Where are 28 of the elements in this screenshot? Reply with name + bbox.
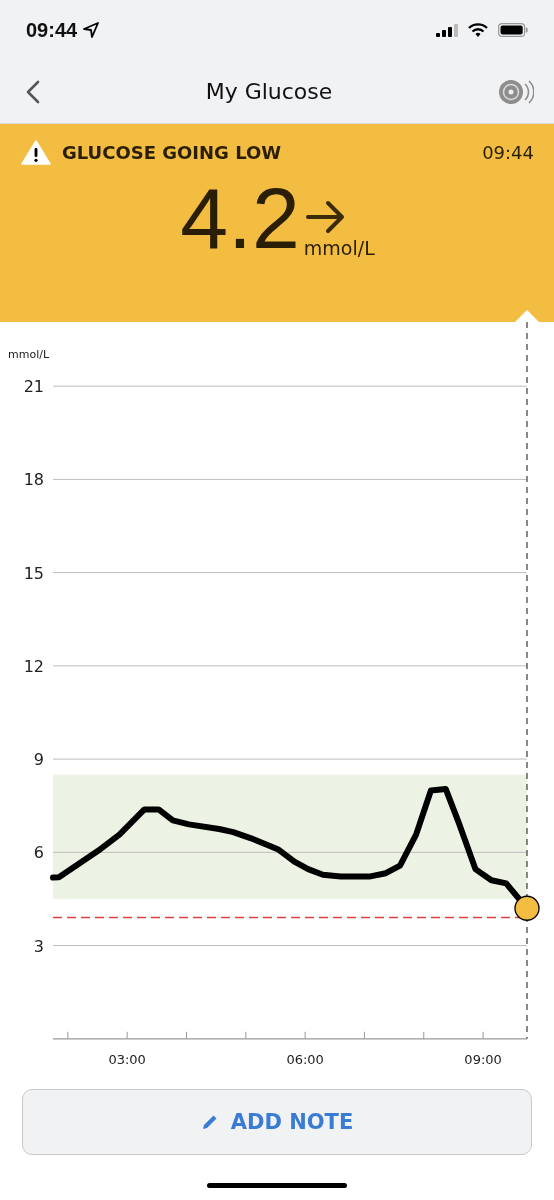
y-tick-label: 21 [23,377,44,397]
alert-title: GLUCOSE GOING LOW [62,142,282,163]
status-time: 09:44 [26,18,78,42]
wifi-icon [468,23,488,37]
x-tick-label: 03:00 [108,1051,146,1067]
current-reading-dot [514,895,540,921]
y-tick-label: 15 [23,563,44,583]
y-tick-label: 12 [23,656,44,676]
glucose-unit: mmol/L [303,237,375,259]
add-note-button[interactable]: ADD NOTE [22,1089,532,1155]
warning-icon [21,140,51,165]
sensor-icon[interactable] [498,77,534,106]
x-tick-label: 06:00 [286,1051,324,1067]
axis-unit-label: mmol/L [8,348,50,361]
back-icon[interactable] [26,79,40,104]
alert-time: 09:44 [482,142,534,163]
y-tick-label: 9 [33,750,44,770]
y-tick-label: 3 [33,936,44,956]
pencil-icon [200,1113,219,1131]
y-tick-label: 6 [33,843,44,863]
screen-title: My Glucose [205,79,333,104]
battery-icon [498,23,528,37]
x-tick-label: 09:00 [464,1051,502,1067]
y-tick-label: 18 [23,470,44,490]
pointer-notch [515,310,539,322]
glucose-value: 4.2 [180,173,300,263]
location-arrow-icon [83,22,100,38]
signal-icon [436,23,458,37]
